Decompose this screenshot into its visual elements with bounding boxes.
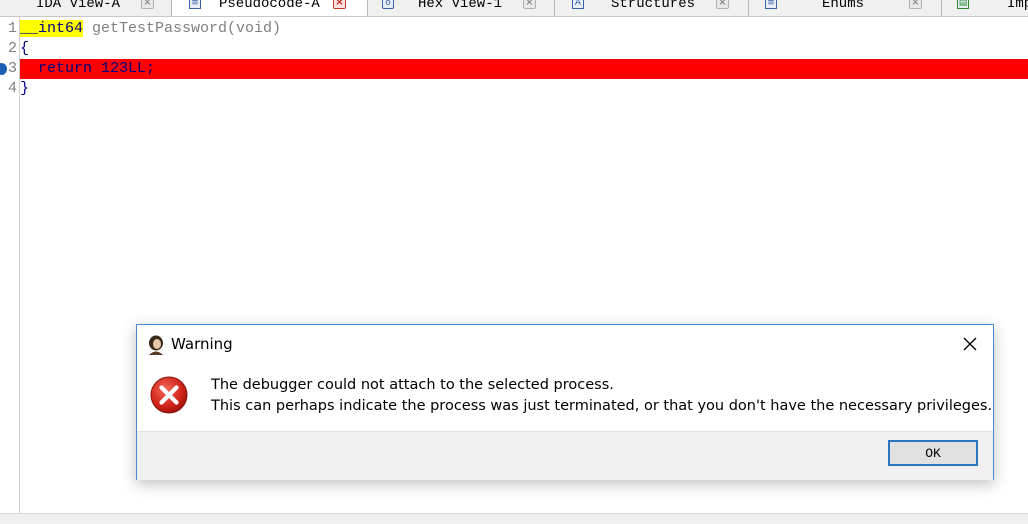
code-text: {: [20, 40, 30, 57]
close-icon: [963, 337, 977, 351]
line-number: 2: [7, 40, 17, 57]
enums-icon: ≡: [765, 0, 777, 9]
code-line-3[interactable]: 3 return 123LL;: [0, 59, 1028, 79]
ok-button[interactable]: OK: [888, 440, 978, 466]
code-text: __int64 getTestPassword(void): [20, 19, 281, 39]
dialog-title-bar[interactable]: Warning: [137, 325, 993, 363]
code-text: }: [20, 80, 30, 97]
current-line-highlight: [20, 59, 1028, 79]
type-keyword: __int64: [20, 20, 84, 37]
close-icon[interactable]: ×: [523, 0, 536, 9]
tab-label: Enums: [822, 0, 865, 12]
pseudocode-icon: ≡: [189, 0, 201, 9]
code-text: return 123LL;: [20, 60, 156, 77]
close-icon[interactable]: ×: [333, 0, 346, 9]
close-icon[interactable]: ×: [909, 0, 922, 9]
tab-label: IDA View-A: [36, 0, 121, 12]
close-icon[interactable]: ×: [716, 0, 729, 9]
tab-structures[interactable]: A Structures ×: [555, 0, 749, 16]
code-line-4[interactable]: 4 }: [0, 79, 1028, 99]
code-line-1[interactable]: 1 __int64 getTestPassword(void): [0, 19, 1028, 39]
code-line-2[interactable]: 2 {: [0, 39, 1028, 59]
dialog-message-line-2: This can perhaps indicate the process wa…: [211, 398, 993, 414]
tab-imports[interactable]: ▤ Imp: [942, 0, 1028, 16]
error-icon: [150, 376, 188, 414]
close-icon[interactable]: ×: [141, 0, 154, 9]
tab-enums[interactable]: ≡ Enums ×: [749, 0, 942, 16]
tab-label: Imp: [1007, 0, 1028, 12]
function-signature: getTestPassword(void): [83, 20, 282, 37]
line-number: 4: [7, 80, 17, 97]
dialog-message-line-1: The debugger could not attach to the sel…: [211, 377, 614, 393]
warning-dialog: Warning The debugger could not attach to…: [136, 324, 994, 480]
line-number: 1: [7, 20, 17, 37]
hex-view-icon: o: [382, 0, 394, 9]
tab-pseudocode-a[interactable]: ≡ Pseudocode-A ×: [172, 0, 368, 16]
dialog-footer: OK: [137, 431, 993, 480]
ida-app-icon: [149, 335, 163, 355]
tab-bar: IDA View-A × ≡ Pseudocode-A × o Hex View…: [0, 0, 1028, 17]
close-button[interactable]: [955, 331, 985, 357]
line-number: 3: [7, 60, 17, 77]
tab-label: Hex View-1: [418, 0, 503, 12]
status-strip: [0, 513, 1028, 524]
tab-hex-view-1[interactable]: o Hex View-1 ×: [368, 0, 555, 16]
tab-label: Structures: [611, 0, 696, 12]
imports-icon: ▤: [957, 0, 969, 9]
tab-label: Pseudocode-A: [219, 0, 320, 12]
dialog-title: Warning: [171, 335, 233, 353]
structures-icon: A: [572, 0, 584, 9]
tab-ida-view-a[interactable]: IDA View-A ×: [0, 0, 172, 16]
